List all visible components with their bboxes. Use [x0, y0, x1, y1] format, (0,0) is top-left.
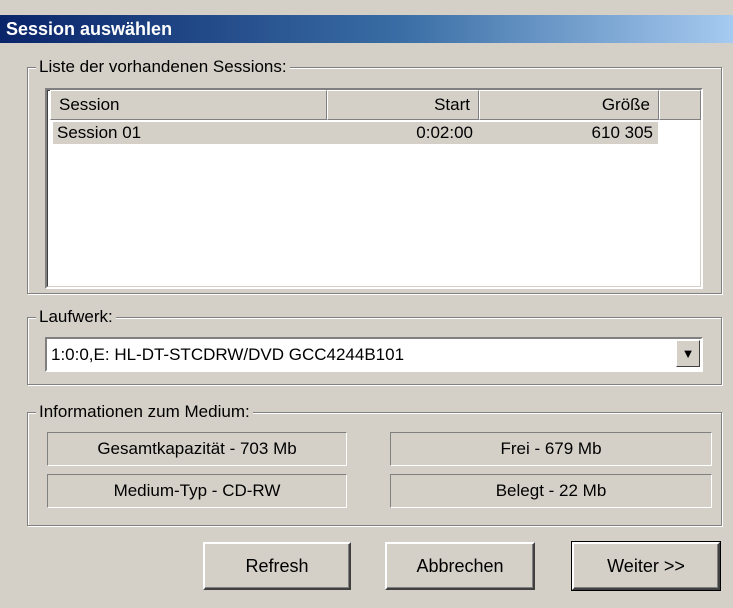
next-button-label: Weiter >>: [607, 556, 685, 576]
media-type-field: Medium-Typ - CD-RW: [47, 474, 347, 508]
window-title: Session auswählen: [0, 15, 733, 43]
session-name-cell: Session 01: [57, 123, 142, 142]
total-capacity-field: Gesamtkapazität - 703 Mb: [47, 432, 347, 466]
column-header-session-label: Session: [59, 95, 120, 114]
sessions-list[interactable]: Session Start Größe Session 01 0:02:00 6…: [45, 88, 703, 289]
column-header-start[interactable]: Start: [327, 90, 479, 120]
dropdown-arrow-button[interactable]: ▼: [676, 340, 700, 367]
media-info-legend: Informationen zum Medium:: [36, 403, 253, 421]
column-header-size-label: Größe: [601, 95, 650, 114]
column-header-session[interactable]: Session: [50, 90, 327, 120]
cancel-button[interactable]: Abbrechen: [385, 542, 535, 590]
table-row[interactable]: Session 01 0:02:00 610 305: [53, 122, 658, 144]
column-header-filler: [659, 90, 701, 120]
used-space-field: Belegt - 22 Mb: [390, 474, 712, 508]
drive-select-value: 1:0:0,E: HL-DT-STCDRW/DVD GCC4244B101: [51, 345, 405, 364]
chevron-down-icon: ▼: [681, 346, 695, 361]
session-start-cell: 0:02:00: [416, 123, 473, 142]
media-info-group: Informationen zum Medium:: [27, 403, 722, 526]
drive-legend: Laufwerk:: [36, 308, 116, 326]
refresh-button[interactable]: Refresh: [203, 542, 351, 590]
free-space-field: Frei - 679 Mb: [390, 432, 712, 466]
drive-select[interactable]: 1:0:0,E: HL-DT-STCDRW/DVD GCC4244B101 ▼: [45, 337, 703, 372]
sessions-legend: Liste der vorhandenen Sessions:: [36, 58, 290, 76]
session-size-cell: 610 305: [591, 123, 653, 142]
column-header-start-label: Start: [434, 95, 470, 114]
column-header-size[interactable]: Größe: [479, 90, 659, 120]
next-button[interactable]: Weiter >>: [571, 541, 721, 591]
